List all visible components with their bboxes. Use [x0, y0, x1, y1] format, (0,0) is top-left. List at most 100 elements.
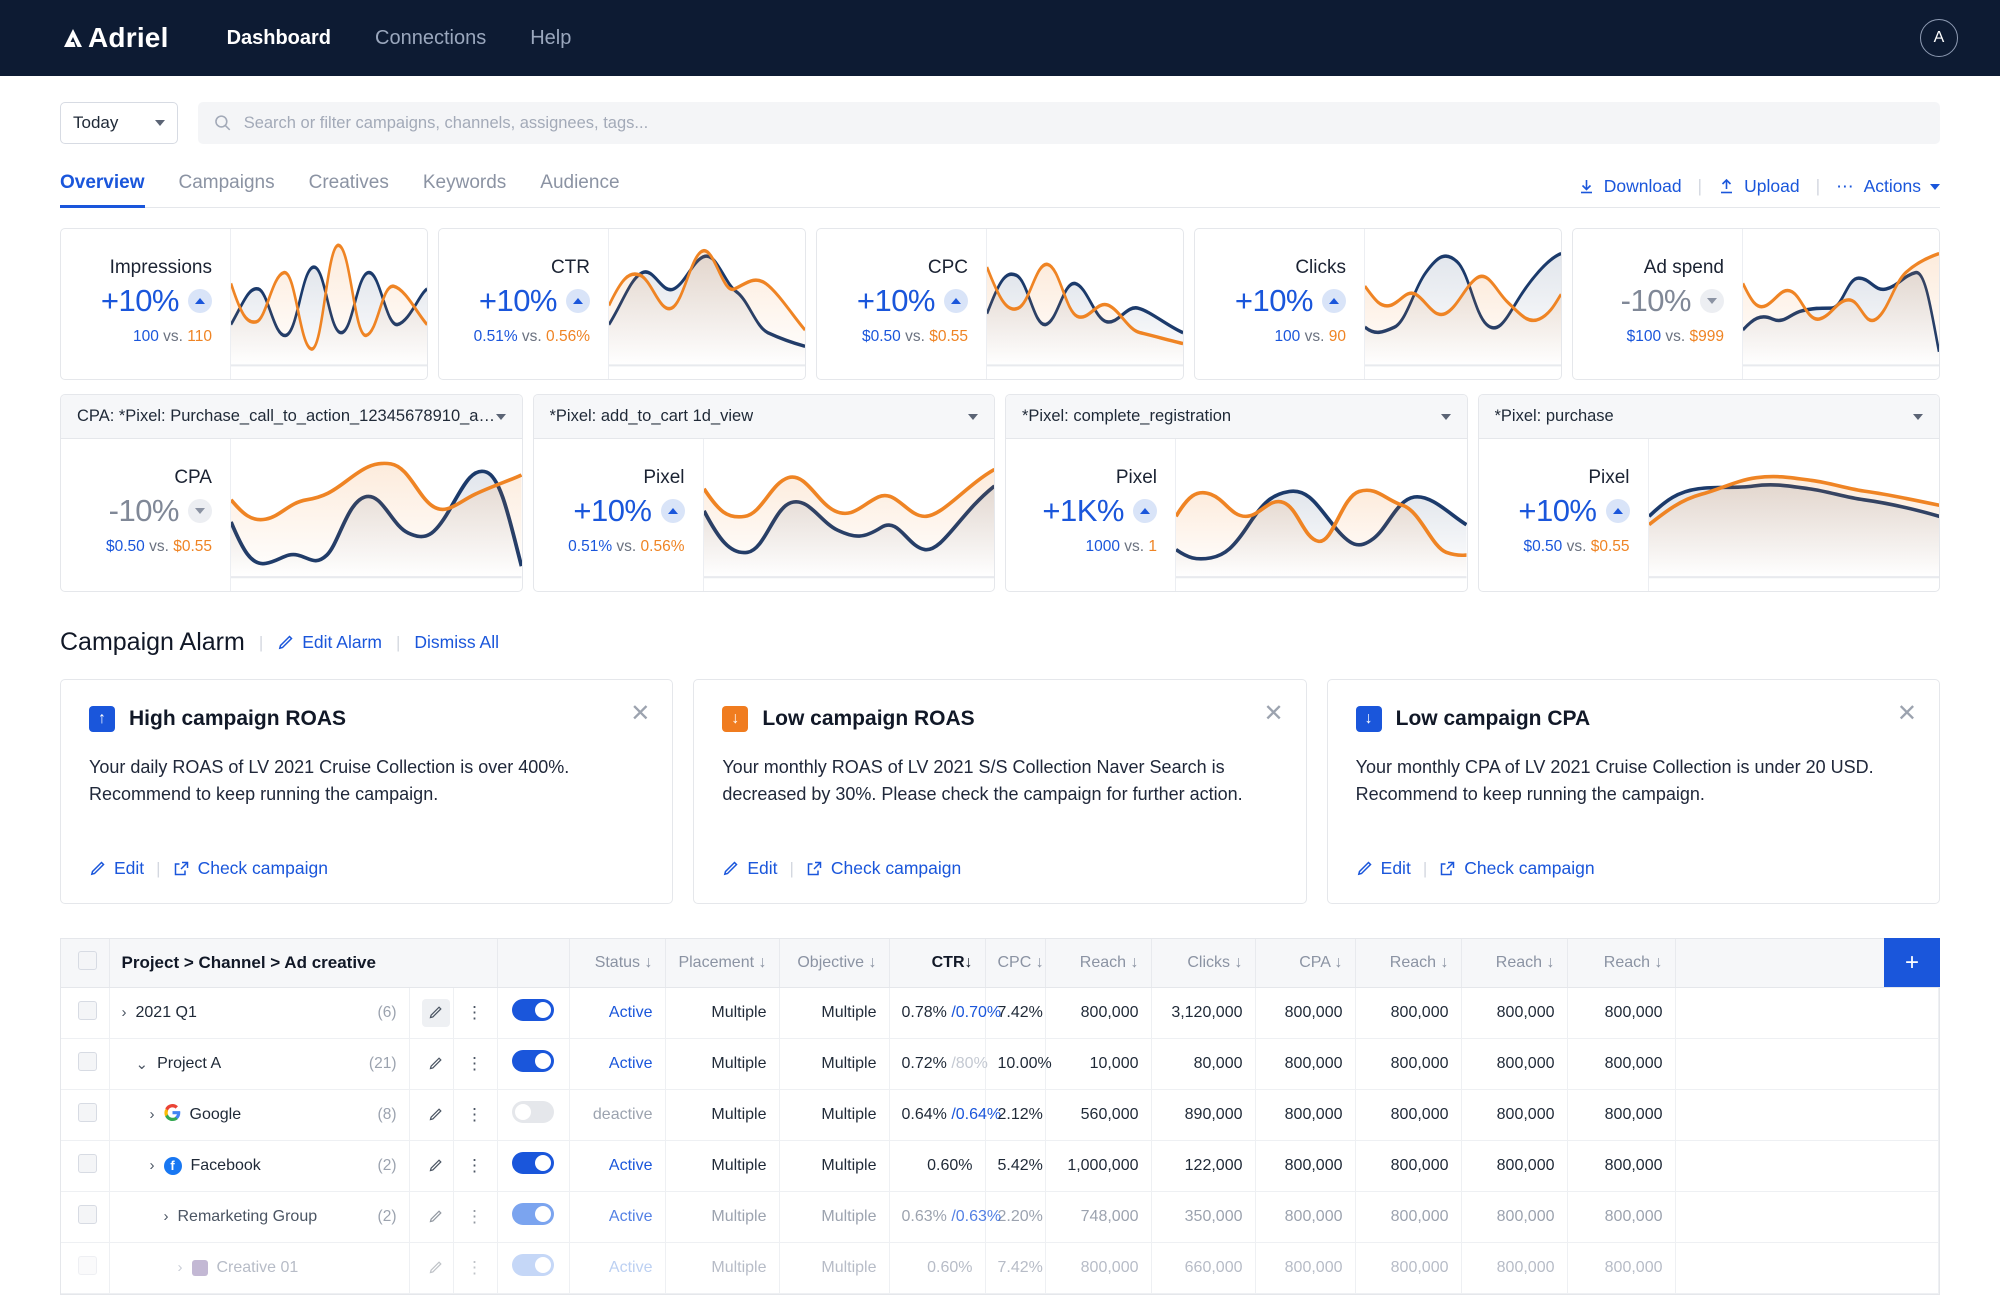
alarm-edit-button[interactable]: Edit: [1356, 858, 1411, 879]
more-options-icon[interactable]: ⋮: [466, 1054, 484, 1073]
row-menu-cell[interactable]: ⋮: [453, 1089, 498, 1141]
row-checkbox[interactable]: [77, 1255, 97, 1275]
col-clicks[interactable]: Clicks ↓: [1151, 939, 1256, 988]
row-select-cell[interactable]: [61, 987, 110, 1039]
col-ctr[interactable]: CTR↓: [889, 939, 986, 988]
edit-pencil-icon[interactable]: [422, 1203, 450, 1231]
col-cpc[interactable]: CPC ↓: [985, 939, 1046, 988]
col-project-channel-ad-creative[interactable]: Project > Channel > Ad creative: [109, 939, 498, 988]
row-select-cell[interactable]: [61, 1140, 110, 1192]
chevron-down-icon[interactable]: ⌄: [136, 1055, 149, 1073]
dismiss-all-button[interactable]: Dismiss All: [414, 632, 499, 653]
pixel-dropdown-complete-registration[interactable]: *Pixel: complete_registration: [1006, 395, 1467, 439]
chevron-right-icon[interactable]: ›: [150, 1106, 155, 1123]
pixel-dropdown-add-to-cart[interactable]: *Pixel: add_to_cart 1d_view: [533, 395, 994, 439]
download-button[interactable]: Download: [1578, 176, 1682, 197]
row-select-cell[interactable]: [61, 1089, 110, 1141]
tab-creatives[interactable]: Creatives: [309, 172, 389, 207]
alarm-check-campaign-button[interactable]: Check campaign: [173, 858, 328, 879]
more-options-icon[interactable]: ⋮: [466, 1003, 484, 1022]
row-checkbox[interactable]: [77, 1000, 97, 1020]
close-icon[interactable]: ✕: [630, 702, 650, 726]
alarm-check-campaign-button[interactable]: Check campaign: [1439, 858, 1595, 879]
table-row[interactable]: › Google (8) ⋮ deactive Multiple Multipl…: [61, 1089, 1939, 1141]
close-icon[interactable]: ✕: [1264, 702, 1284, 726]
row-toggle-cell[interactable]: [497, 1140, 570, 1192]
col-objective[interactable]: Objective ↓: [779, 939, 890, 988]
row-checkbox[interactable]: [77, 1204, 97, 1224]
search-input[interactable]: [243, 113, 1924, 133]
nav-link-connections[interactable]: Connections: [375, 27, 486, 50]
status-toggle[interactable]: [512, 1152, 554, 1174]
status-toggle[interactable]: [512, 999, 554, 1021]
actions-button[interactable]: ⋯ Actions: [1836, 176, 1940, 197]
date-range-select[interactable]: Today: [60, 102, 178, 144]
edit-alarm-button[interactable]: Edit Alarm: [277, 632, 382, 653]
chevron-right-icon[interactable]: ›: [150, 1157, 155, 1174]
pixel-dropdown-cpa[interactable]: CPA: *Pixel: Purchase_call_to_action_123…: [61, 395, 522, 439]
row-select-cell[interactable]: [61, 1038, 110, 1090]
more-options-icon[interactable]: ⋮: [466, 1105, 484, 1124]
status-toggle[interactable]: [512, 1203, 554, 1225]
row-menu-cell[interactable]: ⋮: [453, 1140, 498, 1192]
more-options-icon[interactable]: ⋮: [466, 1207, 484, 1226]
nav-link-dashboard[interactable]: Dashboard: [227, 27, 331, 50]
upload-button[interactable]: Upload: [1718, 176, 1800, 197]
search-box[interactable]: [198, 102, 1940, 144]
col-reach-4[interactable]: Reach ↓: [1567, 939, 1676, 988]
select-all-header[interactable]: [61, 939, 110, 988]
col-reach-3[interactable]: Reach ↓: [1461, 939, 1568, 988]
table-row[interactable]: ⌄ Project A (21) ⋮ Active Multiple Multi…: [61, 1038, 1939, 1090]
add-column-button[interactable]: +: [1884, 938, 1940, 987]
status-toggle[interactable]: [512, 1254, 554, 1276]
row-menu-cell[interactable]: ⋮: [453, 1191, 498, 1243]
col-reach-1[interactable]: Reach ↓: [1045, 939, 1152, 988]
chevron-right-icon[interactable]: ›: [164, 1208, 169, 1225]
tab-overview[interactable]: Overview: [60, 172, 145, 208]
row-edit-cell[interactable]: [409, 1038, 454, 1090]
row-toggle-cell[interactable]: [497, 1038, 570, 1090]
col-reach-2[interactable]: Reach ↓: [1355, 939, 1462, 988]
row-toggle-cell[interactable]: [497, 1242, 570, 1294]
col-cpa[interactable]: CPA ↓: [1255, 939, 1356, 988]
table-row[interactable]: › Remarketing Group (2) ⋮ Active Multipl…: [61, 1191, 1939, 1243]
select-all-checkbox[interactable]: [77, 950, 97, 970]
chevron-right-icon[interactable]: ›: [178, 1259, 183, 1276]
row-toggle-cell[interactable]: [497, 987, 570, 1039]
row-edit-cell[interactable]: [409, 987, 454, 1039]
chevron-right-icon[interactable]: ›: [122, 1004, 127, 1021]
tab-audience[interactable]: Audience: [540, 172, 619, 207]
table-row[interactable]: › f Facebook (2) ⋮ Active Multiple Multi…: [61, 1140, 1939, 1192]
row-checkbox[interactable]: [77, 1102, 97, 1122]
row-edit-cell[interactable]: [409, 1242, 454, 1294]
row-menu-cell[interactable]: ⋮: [453, 987, 498, 1039]
nav-link-help[interactable]: Help: [530, 27, 571, 50]
row-edit-cell[interactable]: [409, 1140, 454, 1192]
edit-pencil-icon[interactable]: [422, 1254, 450, 1282]
edit-pencil-icon[interactable]: [422, 1101, 450, 1129]
status-toggle[interactable]: [512, 1101, 554, 1123]
row-checkbox[interactable]: [77, 1051, 97, 1071]
row-edit-cell[interactable]: [409, 1089, 454, 1141]
tab-keywords[interactable]: Keywords: [423, 172, 506, 207]
avatar[interactable]: A: [1920, 19, 1958, 57]
row-toggle-cell[interactable]: [497, 1191, 570, 1243]
app-logo[interactable]: Adriel: [60, 22, 169, 54]
more-options-icon[interactable]: ⋮: [466, 1258, 484, 1277]
row-menu-cell[interactable]: ⋮: [453, 1242, 498, 1294]
row-select-cell[interactable]: [61, 1191, 110, 1243]
row-menu-cell[interactable]: ⋮: [453, 1038, 498, 1090]
alarm-edit-button[interactable]: Edit: [722, 858, 777, 879]
col-status[interactable]: Status ↓: [569, 939, 666, 988]
edit-pencil-icon[interactable]: [422, 1152, 450, 1180]
col-placement[interactable]: Placement ↓: [665, 939, 780, 988]
alarm-check-campaign-button[interactable]: Check campaign: [806, 858, 961, 879]
status-toggle[interactable]: [512, 1050, 554, 1072]
row-edit-cell[interactable]: [409, 1191, 454, 1243]
row-checkbox[interactable]: [77, 1153, 97, 1173]
table-row[interactable]: › 2021 Q1 (6) ⋮ Active Multiple Multiple…: [61, 987, 1939, 1039]
close-icon[interactable]: ✕: [1897, 702, 1917, 726]
more-options-icon[interactable]: ⋮: [466, 1156, 484, 1175]
alarm-edit-button[interactable]: Edit: [89, 858, 144, 879]
edit-pencil-icon[interactable]: [422, 1050, 450, 1078]
